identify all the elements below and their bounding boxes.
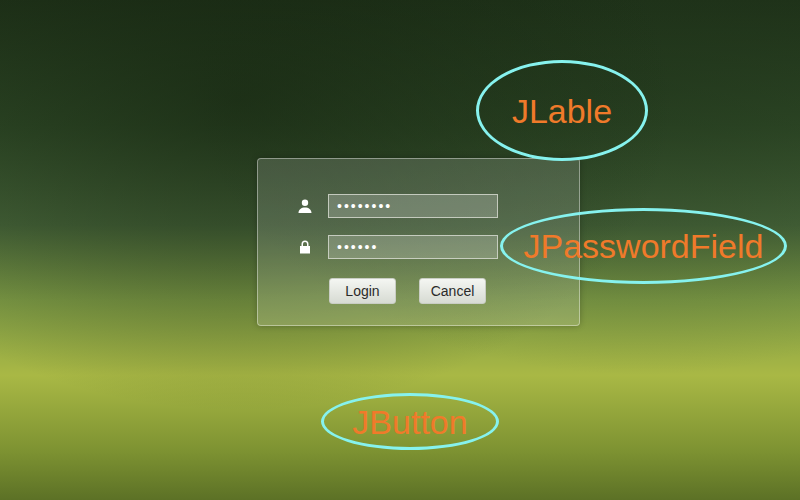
annotation-label: JButton — [352, 405, 467, 439]
field-row: •••••••• — [297, 194, 579, 218]
annotation-ellipse: JLable — [476, 60, 648, 161]
password-field[interactable]: •••••• — [328, 235, 498, 259]
annotation-ellipse: JPasswordField — [500, 208, 787, 284]
login-button[interactable]: Login — [329, 278, 396, 304]
annotation-label: JLable — [512, 94, 612, 128]
annotation-ellipse: JButton — [321, 393, 499, 450]
desktop: •••••••••••••• LoginCancel JLableJPasswo… — [0, 0, 800, 500]
username-field[interactable]: •••••••• — [328, 194, 498, 218]
cancel-button[interactable]: Cancel — [419, 278, 486, 304]
annotation-label: JPasswordField — [524, 229, 764, 263]
lock-icon — [297, 239, 313, 255]
user-icon — [297, 198, 313, 214]
